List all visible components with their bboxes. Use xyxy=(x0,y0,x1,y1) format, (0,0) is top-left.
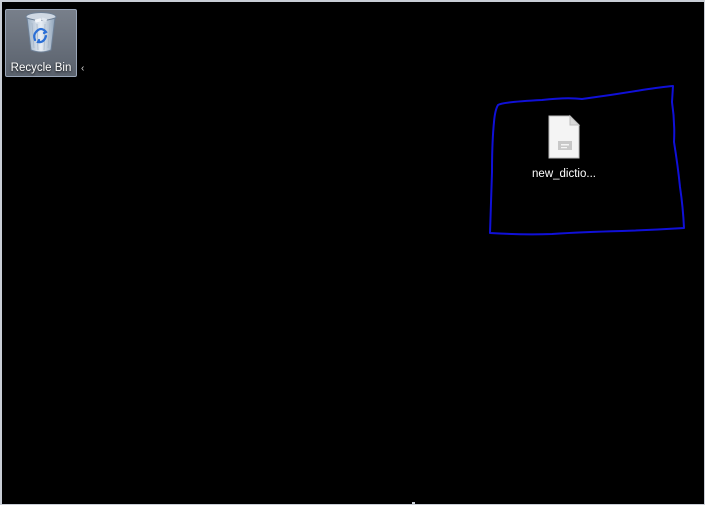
new-dictionary-file-shortcut[interactable]: new_dictio... xyxy=(528,114,600,182)
text-file-icon xyxy=(546,114,582,165)
recycle-bin-label: Recycle Bin xyxy=(10,62,72,74)
hand-drawn-annotation-box xyxy=(489,85,685,236)
desktop[interactable]: Recycle Bin ‹ new_dictio... xyxy=(0,0,705,505)
recycle-bin-icon xyxy=(22,10,60,59)
stray-text: ‹ xyxy=(81,63,85,74)
new-dictionary-file-label: new_dictio... xyxy=(532,168,596,180)
recycle-bin-shortcut[interactable]: Recycle Bin xyxy=(5,9,77,77)
